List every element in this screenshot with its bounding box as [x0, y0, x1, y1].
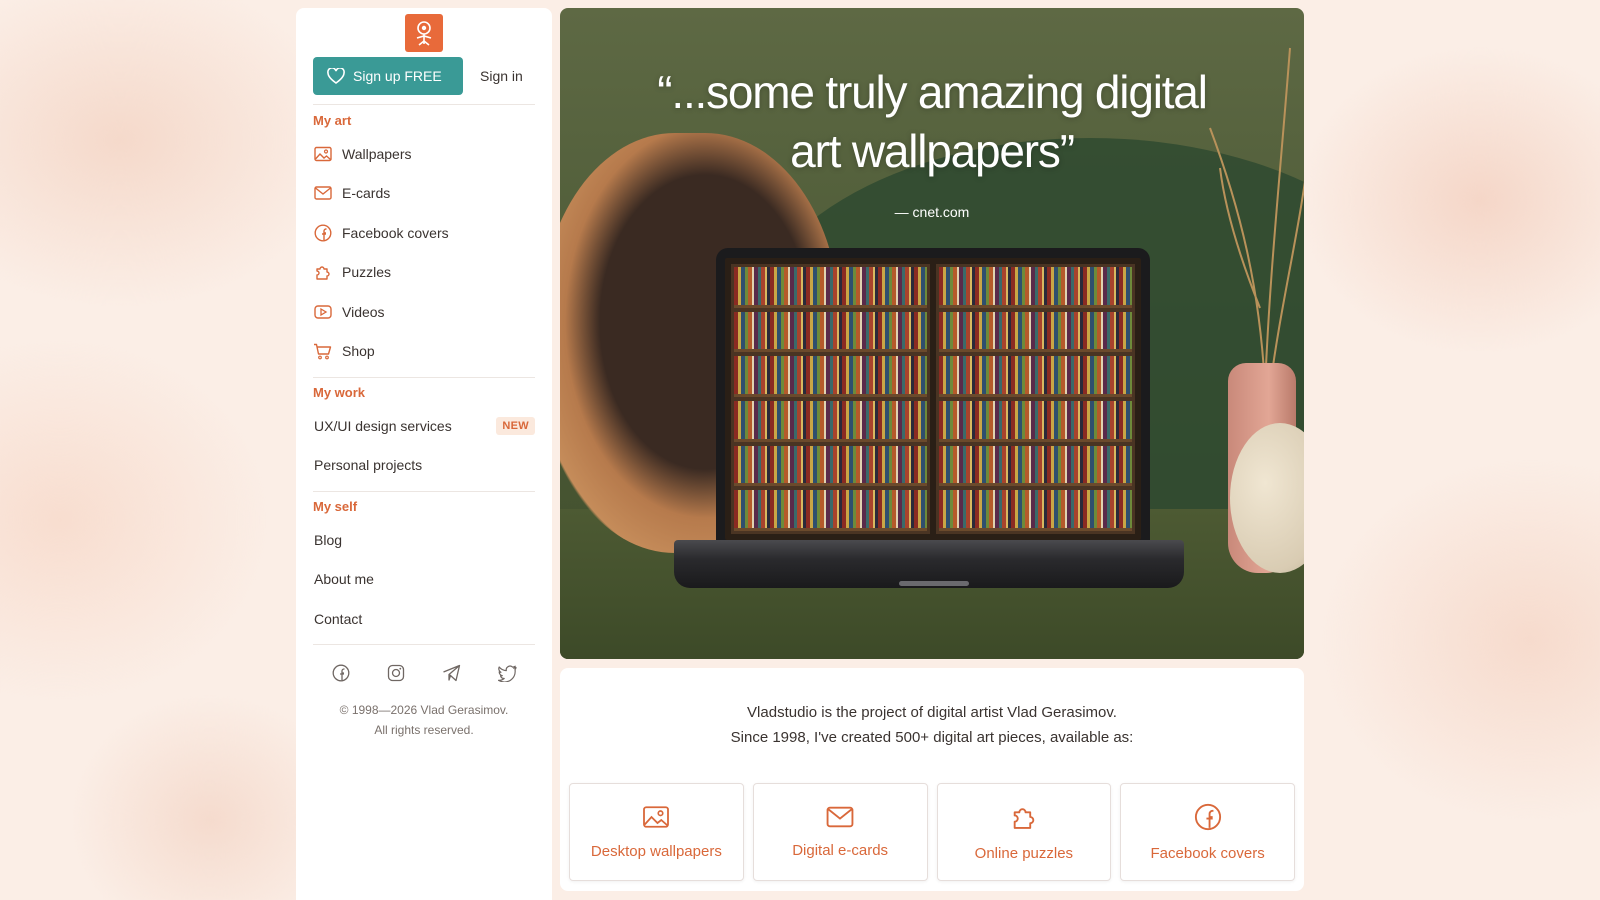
bookcase: [936, 264, 1135, 534]
video-icon: [313, 303, 332, 322]
vladstudio-logo[interactable]: [405, 14, 443, 52]
sidebar: Sign up FREE Sign in My art Wallpapers E…: [296, 8, 552, 900]
sidebar-item-label: UX/UI design services: [314, 418, 452, 434]
sidebar-item-ux-ui-design-services[interactable]: UX/UI design services NEW: [313, 412, 535, 440]
facebook-icon: [1194, 803, 1222, 835]
section-title-my-self: My self: [313, 499, 358, 514]
card-label: Facebook covers: [1150, 844, 1265, 862]
signin-link[interactable]: Sign in: [480, 68, 523, 84]
hero-bookshelf-wallpaper: [725, 258, 1141, 540]
envelope-icon: [313, 184, 332, 203]
cart-icon: [313, 342, 332, 361]
divider: [313, 644, 535, 645]
section-title-my-art: My art: [313, 113, 352, 128]
signup-label: Sign up FREE: [353, 68, 442, 84]
logo-figure-icon: [416, 21, 432, 46]
hero-banner[interactable]: “...some truly amazing digital art wallp…: [560, 8, 1304, 659]
facebook-icon[interactable]: [330, 662, 352, 684]
copyright-line: © 1998—2026 Vlad Gerasimov.: [339, 703, 509, 717]
card-label: Desktop wallpapers: [590, 842, 722, 860]
signup-button[interactable]: Sign up FREE: [313, 57, 463, 95]
hero-laptop-screen: [716, 248, 1150, 540]
auth-row: Sign up FREE Sign in: [313, 57, 535, 95]
divider: [313, 491, 535, 492]
hero-quote-source: — cnet.com: [894, 204, 970, 220]
hero-quote-line: “...some truly amazing digital: [657, 66, 1208, 118]
divider: [313, 377, 535, 378]
image-icon: [642, 805, 670, 833]
telegram-icon[interactable]: [441, 662, 463, 684]
envelope-icon: [826, 806, 854, 832]
sidebar-item-personal-projects[interactable]: Personal projects: [313, 451, 535, 479]
sidebar-item-label: Shop: [342, 343, 375, 359]
copyright: © 1998—2026 Vlad Gerasimov. All rights r…: [296, 700, 552, 740]
bookcase: [731, 264, 930, 534]
sidebar-item-label: Facebook covers: [342, 225, 449, 241]
sidebar-item-label: Contact: [314, 611, 363, 627]
sidebar-item-blog[interactable]: Blog: [313, 526, 535, 554]
intro-text: Vladstudio is the project of digital art…: [560, 700, 1304, 750]
puzzle-icon: [313, 263, 332, 282]
sidebar-item-label: Puzzles: [342, 264, 392, 280]
social-links: [313, 662, 535, 684]
sidebar-item-contact[interactable]: Contact: [313, 605, 535, 633]
sidebar-item-facebook-covers[interactable]: Facebook covers: [313, 219, 535, 247]
sidebar-item-videos[interactable]: Videos: [313, 298, 535, 326]
sidebar-item-wallpapers[interactable]: Wallpapers: [313, 140, 535, 168]
instagram-icon[interactable]: [385, 662, 407, 684]
sidebar-item-about-me[interactable]: About me: [313, 565, 535, 593]
card-label: Online puzzles: [974, 844, 1074, 862]
sidebar-item-label: Videos: [342, 304, 385, 320]
section-title-my-work: My work: [313, 385, 366, 400]
hero-quote-line: art wallpapers”: [790, 125, 1075, 177]
divider: [313, 104, 535, 105]
card-facebook-covers[interactable]: Facebook covers: [1120, 783, 1295, 881]
sidebar-item-label: About me: [314, 571, 374, 587]
copyright-line: All rights reserved.: [374, 723, 474, 737]
card-label: Digital e-cards: [792, 841, 889, 859]
intro-line: Since 1998, I've created 500+ digital ar…: [730, 729, 1134, 746]
hero-laptop-base: [674, 540, 1184, 588]
new-badge: NEW: [496, 417, 535, 435]
format-cards: Desktop wallpapers Digital e-cards Onlin…: [569, 783, 1295, 881]
sidebar-item-shop[interactable]: Shop: [313, 337, 535, 365]
image-icon: [313, 145, 332, 164]
sidebar-item-label: Wallpapers: [342, 146, 412, 162]
puzzle-icon: [1010, 803, 1038, 835]
heart-icon: [327, 68, 345, 84]
sidebar-item-label: E-cards: [342, 185, 391, 201]
sidebar-item-label: Personal projects: [314, 457, 423, 473]
twitter-icon[interactable]: [496, 662, 518, 684]
sidebar-item-puzzles[interactable]: Puzzles: [313, 258, 535, 286]
sidebar-item-ecards[interactable]: E-cards: [313, 179, 535, 207]
sidebar-item-label: Blog: [314, 532, 343, 548]
card-online-puzzles[interactable]: Online puzzles: [936, 783, 1112, 881]
intro-line: Vladstudio is the project of digital art…: [747, 704, 1117, 721]
card-desktop-wallpapers[interactable]: Desktop wallpapers: [569, 783, 744, 881]
facebook-icon: [313, 224, 332, 243]
hero-quote: “...some truly amazing digital art wallp…: [560, 63, 1304, 181]
card-digital-ecards[interactable]: Digital e-cards: [752, 783, 928, 881]
intro-panel: Vladstudio is the project of digital art…: [560, 668, 1304, 891]
